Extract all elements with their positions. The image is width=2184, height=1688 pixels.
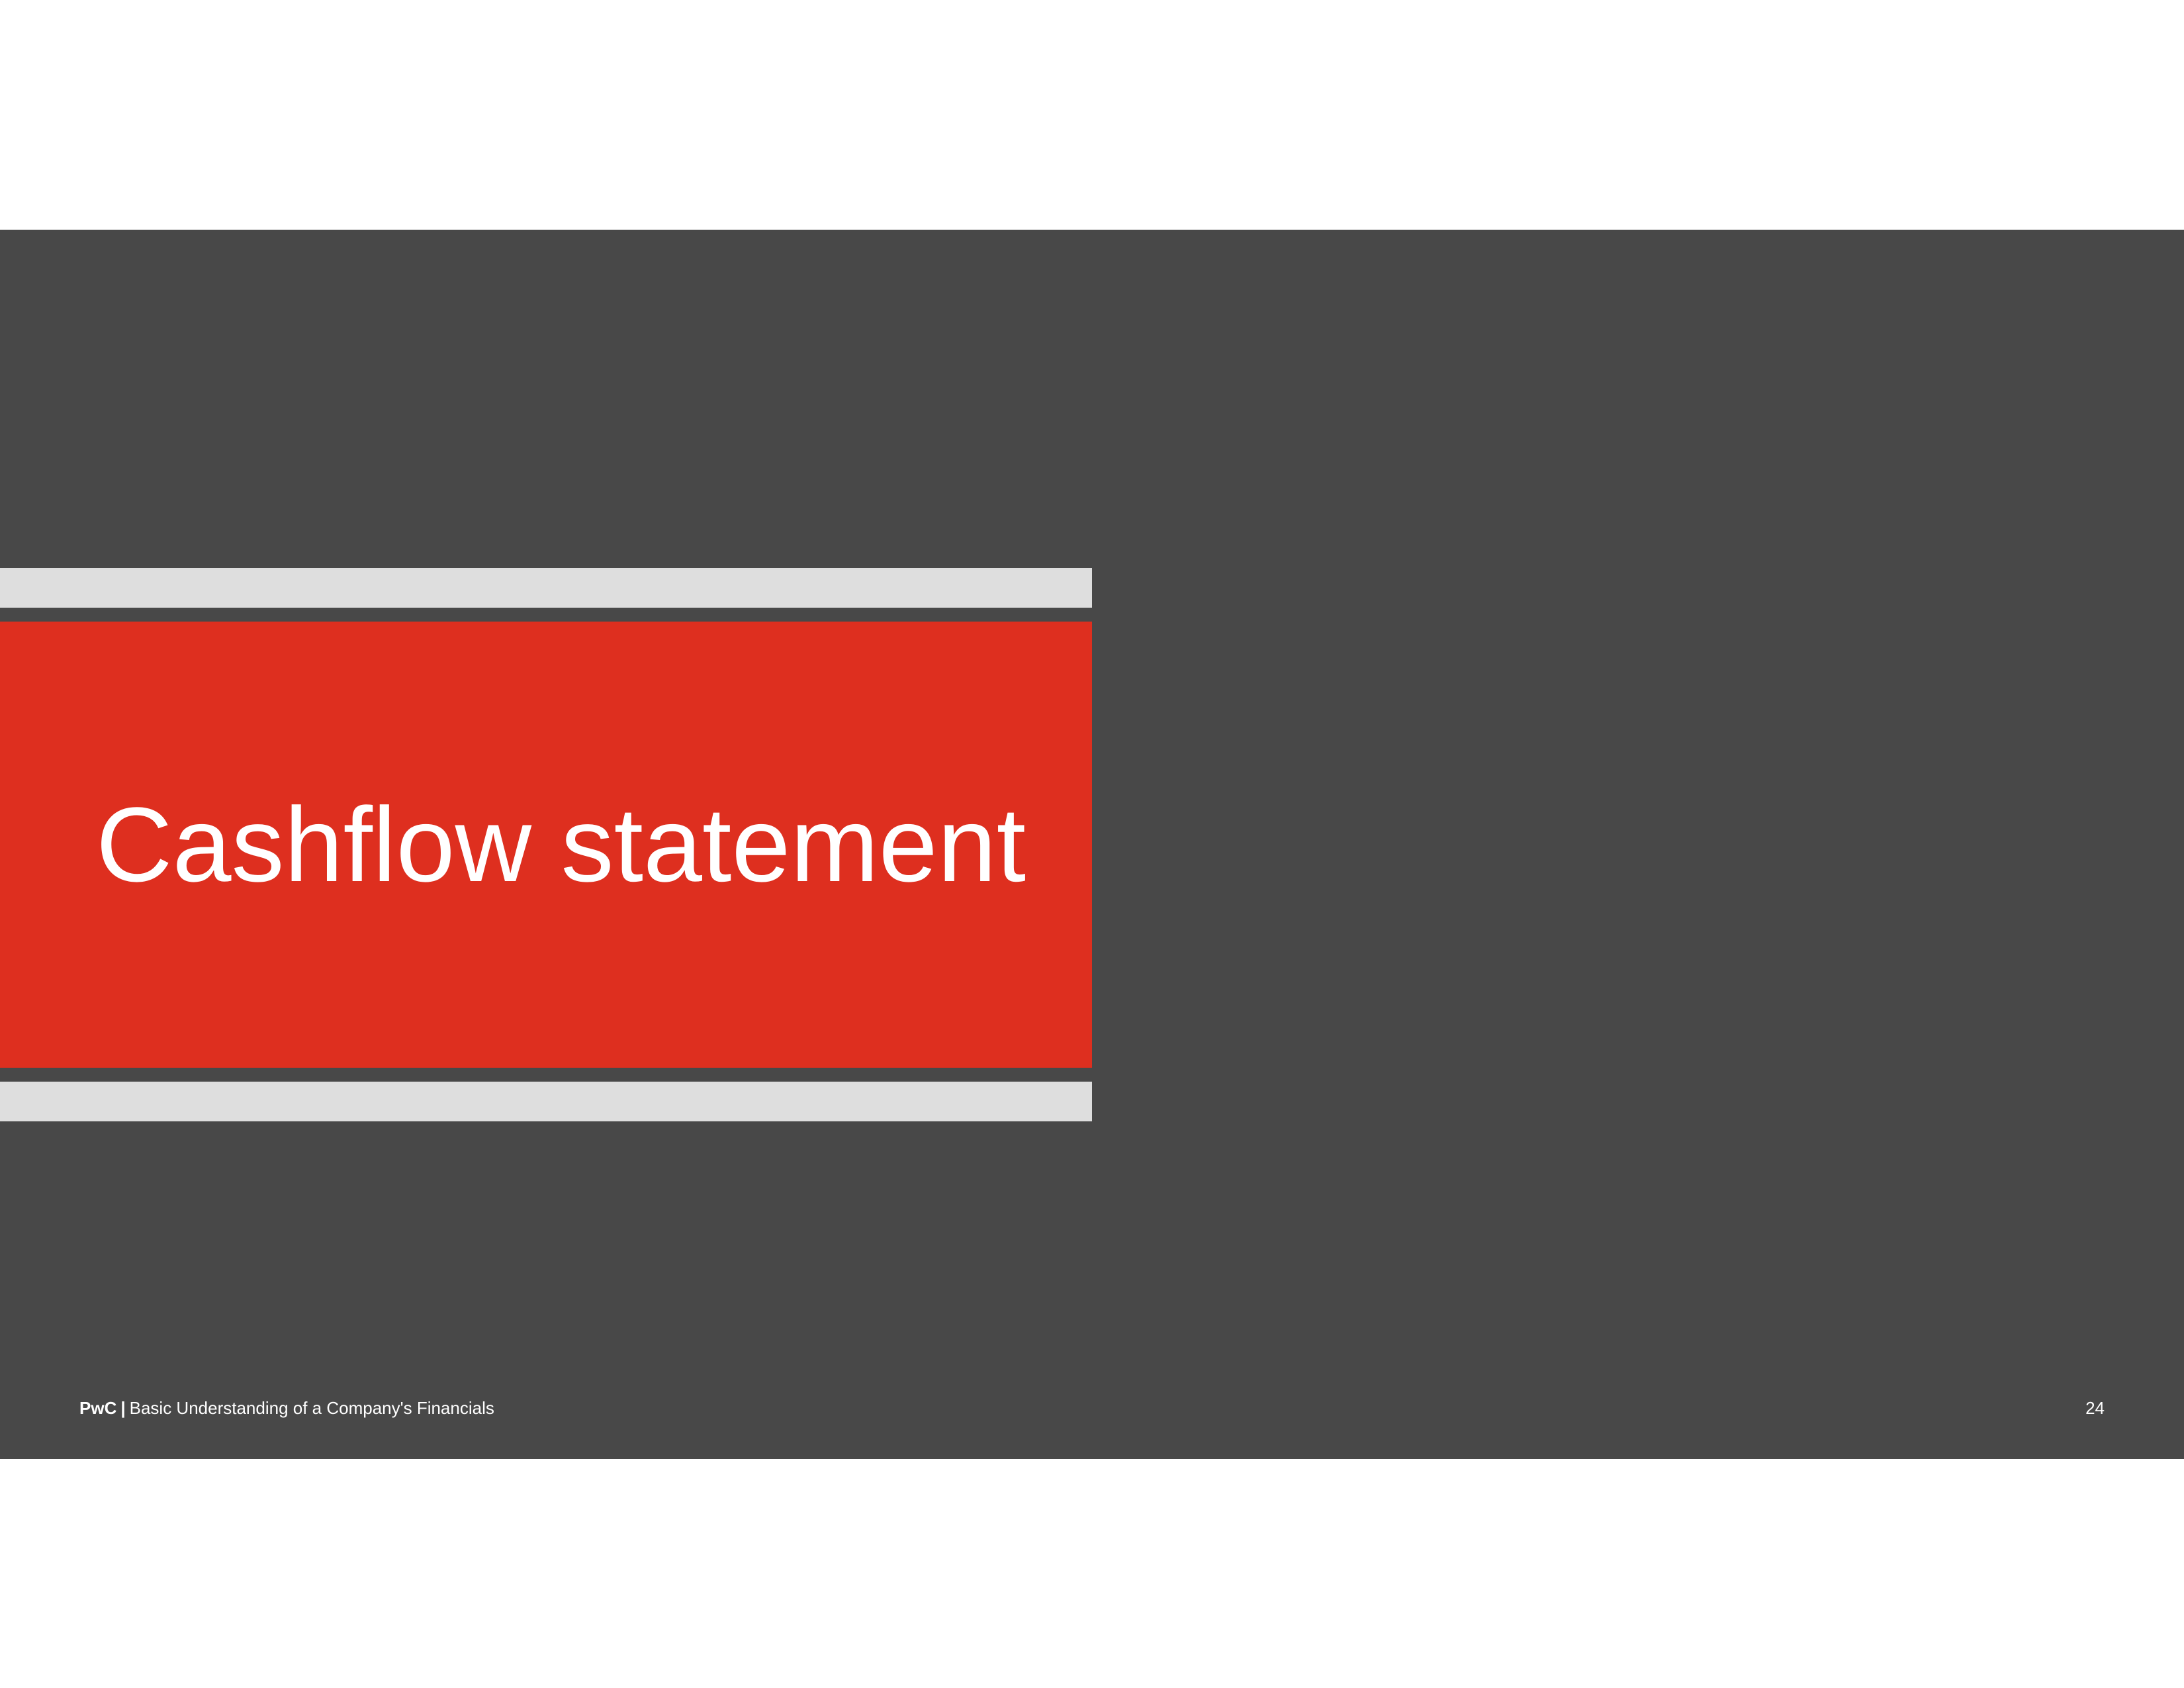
slide-title: Cashflow statement — [96, 785, 1026, 904]
page-number: 24 — [2085, 1398, 2105, 1418]
footer-text: Basic Understanding of a Company's Finan… — [129, 1398, 494, 1418]
slide: Cashflow statement PwC | Basic Understandi… — [0, 230, 2184, 1459]
top-gray-band — [0, 568, 1092, 608]
bottom-gray-band — [0, 1082, 1092, 1121]
footer-brand: PwC — [79, 1398, 117, 1418]
page: Cashflow statement PwC | Basic Understandi… — [0, 0, 2184, 1688]
footer: PwC | Basic Understanding of a Company's F… — [79, 1398, 494, 1419]
title-block: Cashflow statement — [0, 622, 1092, 1068]
footer-separator: | — [120, 1398, 126, 1418]
